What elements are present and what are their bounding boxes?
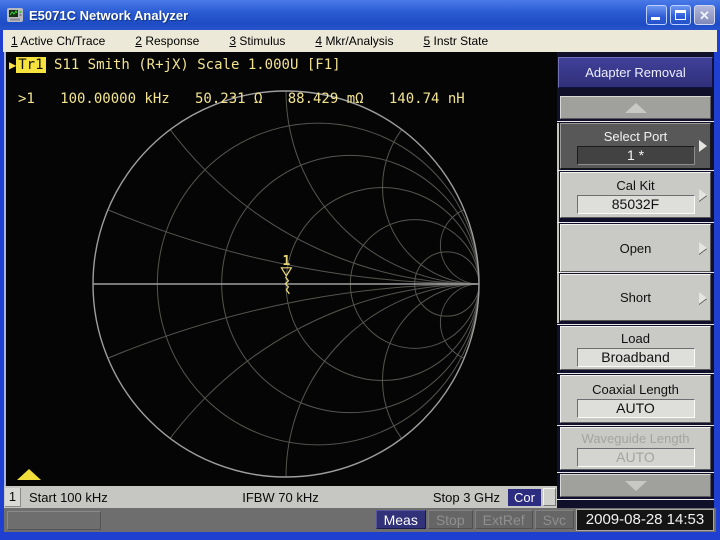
softkey-label: Cal Kit — [616, 177, 654, 194]
trace-badge: Tr1 — [16, 57, 45, 73]
sweep-indicator-icon — [17, 469, 41, 480]
window-title: E5071C Network Analyzer — [29, 8, 188, 23]
softkey-value: 1 * — [577, 146, 695, 165]
menu-label: Stimulus — [239, 34, 285, 48]
clock: 2009-08-28 14:53 — [576, 509, 714, 531]
submenu-arrow-icon — [699, 140, 707, 152]
softkey-short[interactable]: Short — [560, 274, 711, 321]
app-icon — [7, 7, 23, 23]
softkey-open[interactable]: Open — [560, 224, 711, 272]
close-button[interactable]: ✕ — [694, 5, 715, 25]
menu-response[interactable]: 2 Response — [135, 34, 199, 48]
status-cell-empty — [7, 511, 101, 530]
submenu-arrow-icon — [699, 242, 707, 254]
svg-text:1: 1 — [282, 254, 290, 269]
menu-bar: 1 Active Ch/Trace 2 Response 3 Stimulus … — [3, 30, 717, 52]
minimize-button[interactable] — [646, 5, 667, 25]
menu-accesskey: 1 — [11, 34, 18, 48]
window-border-inner — [4, 52, 6, 486]
softkey-waveguide-length: Waveguide Length AUTO — [560, 427, 711, 470]
menu-active-ch-trace[interactable]: 1 Active Ch/Trace — [11, 34, 105, 48]
menu-accesskey: 2 — [135, 34, 142, 48]
softkey-label: Select Port — [604, 128, 668, 145]
softkey-scroll-down-button[interactable] — [560, 474, 711, 497]
menu-label: Response — [145, 34, 199, 48]
maximize-icon — [675, 10, 686, 20]
graph-area: 1 ▶Tr1 S11 Smith (R+jX) Scale 1.000U [F1… — [4, 52, 557, 486]
e5071c-window: { "window": { "title": "E5071C Network A… — [0, 0, 720, 540]
minimize-icon — [651, 17, 660, 20]
menu-mkr-analysis[interactable]: 4 Mkr/Analysis — [315, 34, 393, 48]
correction-badge: Cor — [508, 489, 541, 506]
divider — [557, 425, 714, 426]
divider — [557, 373, 714, 374]
softkey-scrollbar — [557, 123, 559, 323]
menu-label: Instr State — [433, 34, 488, 48]
softkey-cal-kit[interactable]: Cal Kit 85032F — [560, 172, 711, 218]
softkey-label: Load — [621, 330, 650, 347]
close-icon: ✕ — [695, 7, 714, 25]
submenu-arrow-icon — [699, 189, 707, 201]
trace-status-line[interactable]: ▶Tr1 S11 Smith (R+jX) Scale 1.000U [F1] — [9, 57, 341, 73]
channel-status-bar: IFBW 70 kHz 1 Start 100 kHz Stop 3 GHz C… — [4, 486, 557, 508]
softkey-panel: Adapter Removal Select Port 1 * Cal Kit … — [557, 52, 714, 508]
softkey-coaxial-length[interactable]: Coaxial Length AUTO — [560, 375, 711, 423]
divider — [557, 324, 714, 325]
divider — [557, 272, 714, 273]
menu-accesskey: 4 — [315, 34, 322, 48]
menu-instr-state[interactable]: 5 Instr State — [423, 34, 488, 48]
instrument-status-bar: Meas Stop ExtRef Svc 2009-08-28 14:53 — [4, 508, 716, 532]
softkey-scroll-up-button[interactable] — [560, 96, 711, 119]
status-stop: Stop — [428, 510, 473, 529]
trace-format-text: S11 Smith (R+jX) Scale 1.000U [F1] — [54, 57, 341, 73]
menu-label: Mkr/Analysis — [325, 34, 393, 48]
stop-frequency: Stop 3 GHz — [433, 490, 500, 505]
marker-readout: >1 100.00000 kHz 50.231 Ω 88.429 mΩ 140.… — [18, 91, 465, 107]
menu-accesskey: 3 — [229, 34, 236, 48]
divider — [557, 121, 714, 122]
softkey-load[interactable]: Load Broadband — [560, 326, 711, 370]
divider — [557, 499, 714, 500]
status-extref: ExtRef — [475, 510, 533, 529]
menu-stimulus[interactable]: 3 Stimulus — [229, 34, 285, 48]
status-svc: Svc — [535, 510, 574, 529]
menu-accesskey: 5 — [423, 34, 430, 48]
scroll-up-icon — [625, 103, 647, 113]
submenu-arrow-icon — [699, 292, 707, 304]
softkey-label: Waveguide Length — [582, 430, 690, 447]
softkey-label: Coaxial Length — [592, 381, 679, 398]
divider — [557, 472, 714, 473]
softkey-menu-title: Adapter Removal — [558, 57, 713, 88]
divider — [557, 222, 714, 223]
softkey-label: Short — [620, 289, 651, 306]
softkey-value: 85032F — [577, 195, 695, 214]
status-meas: Meas — [376, 510, 426, 529]
softkey-label: Open — [620, 240, 652, 257]
divider — [557, 170, 714, 171]
menu-label: Active Ch/Trace — [20, 34, 105, 48]
channel-bar-endcap — [543, 488, 556, 506]
title-bar: E5071C Network Analyzer ✕ — [0, 0, 720, 30]
softkey-value: Broadband — [577, 348, 695, 367]
maximize-button[interactable] — [670, 5, 691, 25]
softkey-select-port[interactable]: Select Port 1 * — [560, 123, 711, 169]
softkey-value: AUTO — [577, 448, 695, 467]
scroll-down-icon — [625, 481, 647, 491]
softkey-value: AUTO — [577, 399, 695, 418]
smith-chart: 1 — [4, 52, 557, 486]
